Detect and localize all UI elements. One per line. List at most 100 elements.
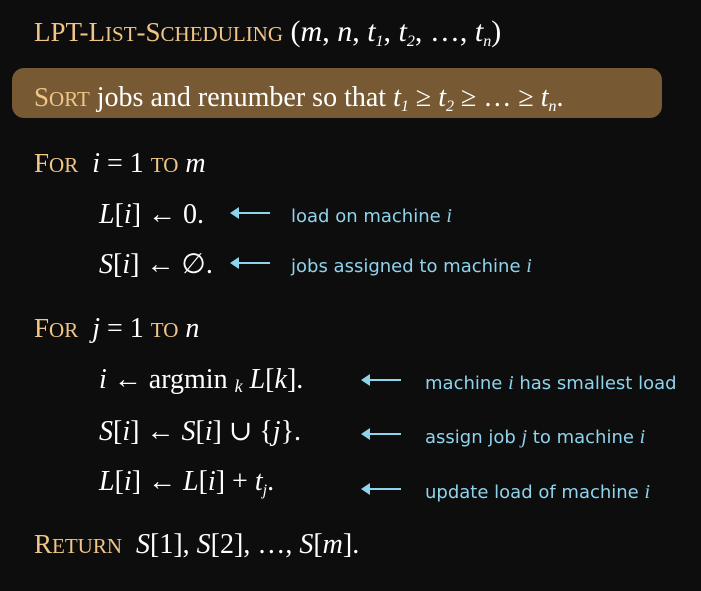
union-j: j bbox=[272, 416, 281, 447]
union-open2: [ bbox=[195, 416, 205, 447]
for2-bound: n bbox=[185, 313, 200, 344]
union-idx2: i bbox=[204, 416, 213, 447]
return-b2: [2], …, bbox=[210, 529, 300, 560]
comment-load: load on machine i bbox=[291, 206, 452, 226]
return-m: m bbox=[322, 529, 343, 560]
argmin-open: [ bbox=[265, 364, 275, 395]
comment-assign-mid: to machine bbox=[527, 427, 640, 448]
param-tn: t bbox=[474, 15, 484, 48]
comment-update-pre: update load of machine bbox=[425, 482, 645, 503]
for2-var: j bbox=[92, 313, 100, 344]
title-kw-sep: -S bbox=[136, 17, 161, 47]
S-assign-empty: ] ← ∅. bbox=[130, 249, 213, 280]
return-kw-small: ETURN bbox=[52, 534, 123, 558]
update-idx2: i bbox=[207, 466, 216, 497]
sort-t2: t bbox=[438, 82, 446, 113]
argmin-k: k bbox=[234, 376, 243, 396]
argmin-line: i ← argmin k L[k]. bbox=[99, 364, 304, 396]
comment-load-var: i bbox=[446, 205, 452, 227]
comment-update-var: i bbox=[644, 481, 651, 503]
for-loop-jobs: FOR j = 1 TO n bbox=[34, 315, 199, 343]
sort-line: SORT jobs and renumber so that t1 ≥ t2 ≥… bbox=[34, 82, 564, 115]
argmin-lhs: i bbox=[99, 364, 107, 395]
param-t1: t bbox=[367, 15, 376, 48]
return-S1: S bbox=[136, 529, 151, 560]
update-idx: i bbox=[123, 466, 132, 497]
sort-end: . bbox=[556, 82, 564, 113]
union-mid2: ] ∪ { bbox=[212, 416, 273, 447]
sort-ge2: ≥ … ≥ bbox=[454, 82, 541, 113]
union-S2: S bbox=[181, 416, 196, 447]
title-kw-small2: CHEDULING bbox=[160, 22, 284, 46]
comment-arrow-3 bbox=[361, 374, 401, 386]
comment-smallest-post: has smallest load bbox=[513, 373, 677, 394]
sort-t2-sub: 2 bbox=[446, 98, 454, 115]
update-end: . bbox=[267, 466, 275, 497]
return-line: RETURN S[1], S[2], …, S[m]. bbox=[34, 531, 359, 559]
params-close: ) bbox=[491, 15, 502, 48]
comment-load-text: load on machine bbox=[291, 206, 447, 227]
param-sep2: , bbox=[352, 15, 368, 48]
param-m: m bbox=[300, 15, 323, 48]
for1-var: i bbox=[92, 148, 100, 179]
update-L2: L bbox=[183, 466, 199, 497]
for1-kw-cap: F bbox=[34, 148, 50, 178]
union-open: [ bbox=[113, 416, 123, 447]
param-t2: t bbox=[398, 15, 407, 48]
comment-jobs-assigned: jobs assigned to machine i bbox=[291, 256, 532, 276]
union-close: }. bbox=[280, 416, 302, 447]
union-idx: i bbox=[122, 416, 131, 447]
for1-eq: = 1 bbox=[100, 148, 151, 179]
comment-update-load: update load of machine i bbox=[425, 482, 650, 502]
sort-kw-small: ORT bbox=[49, 87, 90, 111]
param-sep3: , bbox=[383, 15, 399, 48]
argmin-idx: k bbox=[274, 364, 287, 395]
update-t-sub: j bbox=[262, 482, 268, 499]
for2-eq: = 1 bbox=[100, 313, 151, 344]
update-t: t bbox=[254, 466, 263, 497]
comment-arrow-4 bbox=[361, 428, 401, 440]
comment-arrow-5 bbox=[361, 483, 401, 495]
update-open: [ bbox=[114, 466, 124, 497]
S-array: S bbox=[99, 249, 113, 280]
return-b1: [1], bbox=[150, 529, 197, 560]
for2-kw-small: OR bbox=[49, 318, 79, 342]
param-tn-sub: n bbox=[483, 33, 492, 50]
param-t1-sub: 1 bbox=[375, 33, 384, 50]
update-L: L bbox=[99, 466, 115, 497]
sort-text: jobs and renumber so that bbox=[89, 82, 394, 113]
for2-kw-cap: F bbox=[34, 313, 50, 343]
comment-assign-job: assign job j to machine i bbox=[425, 427, 645, 447]
param-sep1: , bbox=[322, 15, 338, 48]
update-line: L[i] ← L[i] + tj. bbox=[99, 466, 275, 499]
sort-tn-sub: n bbox=[548, 98, 557, 115]
L-open: [ bbox=[114, 199, 124, 230]
comment-jobs-text: jobs assigned to machine bbox=[291, 256, 527, 277]
S-open: [ bbox=[113, 249, 123, 280]
comment-smallest-load: machine i has smallest load bbox=[425, 373, 677, 393]
comment-jobs-var: i bbox=[526, 255, 532, 277]
union-mid: ] ← bbox=[130, 416, 182, 447]
return-b3c: ]. bbox=[342, 529, 360, 560]
update-mid2: ] + bbox=[215, 466, 255, 497]
update-open2: [ bbox=[198, 466, 208, 497]
algorithm-title: LPT-LIST-SCHEDULING (m, n, t1, t2, …, tn… bbox=[34, 15, 502, 50]
L-array: L bbox=[99, 199, 115, 230]
sort-tn: t bbox=[540, 82, 549, 113]
S-index: i bbox=[122, 249, 131, 280]
argmin-close: ]. bbox=[286, 364, 304, 395]
return-S2: S bbox=[196, 529, 211, 560]
comment-smallest-pre: machine bbox=[425, 373, 509, 394]
for1-bound: m bbox=[185, 148, 206, 179]
argmin-op: ← argmin bbox=[106, 364, 235, 395]
union-line: S[i] ← S[i] ∪ {j}. bbox=[99, 418, 301, 446]
init-load-line: L[i] ← 0. bbox=[99, 201, 204, 229]
L-assign-zero: ] ← 0. bbox=[131, 199, 205, 230]
init-set-line: S[i] ← ∅. bbox=[99, 251, 213, 279]
argmin-L: L bbox=[242, 364, 266, 395]
return-S3: S bbox=[299, 529, 314, 560]
title-kw-prefix: LPT-L bbox=[34, 17, 106, 47]
union-S: S bbox=[99, 416, 113, 447]
title-kw-small1: IST bbox=[105, 22, 137, 46]
comment-assign-pre: assign job bbox=[425, 427, 522, 448]
